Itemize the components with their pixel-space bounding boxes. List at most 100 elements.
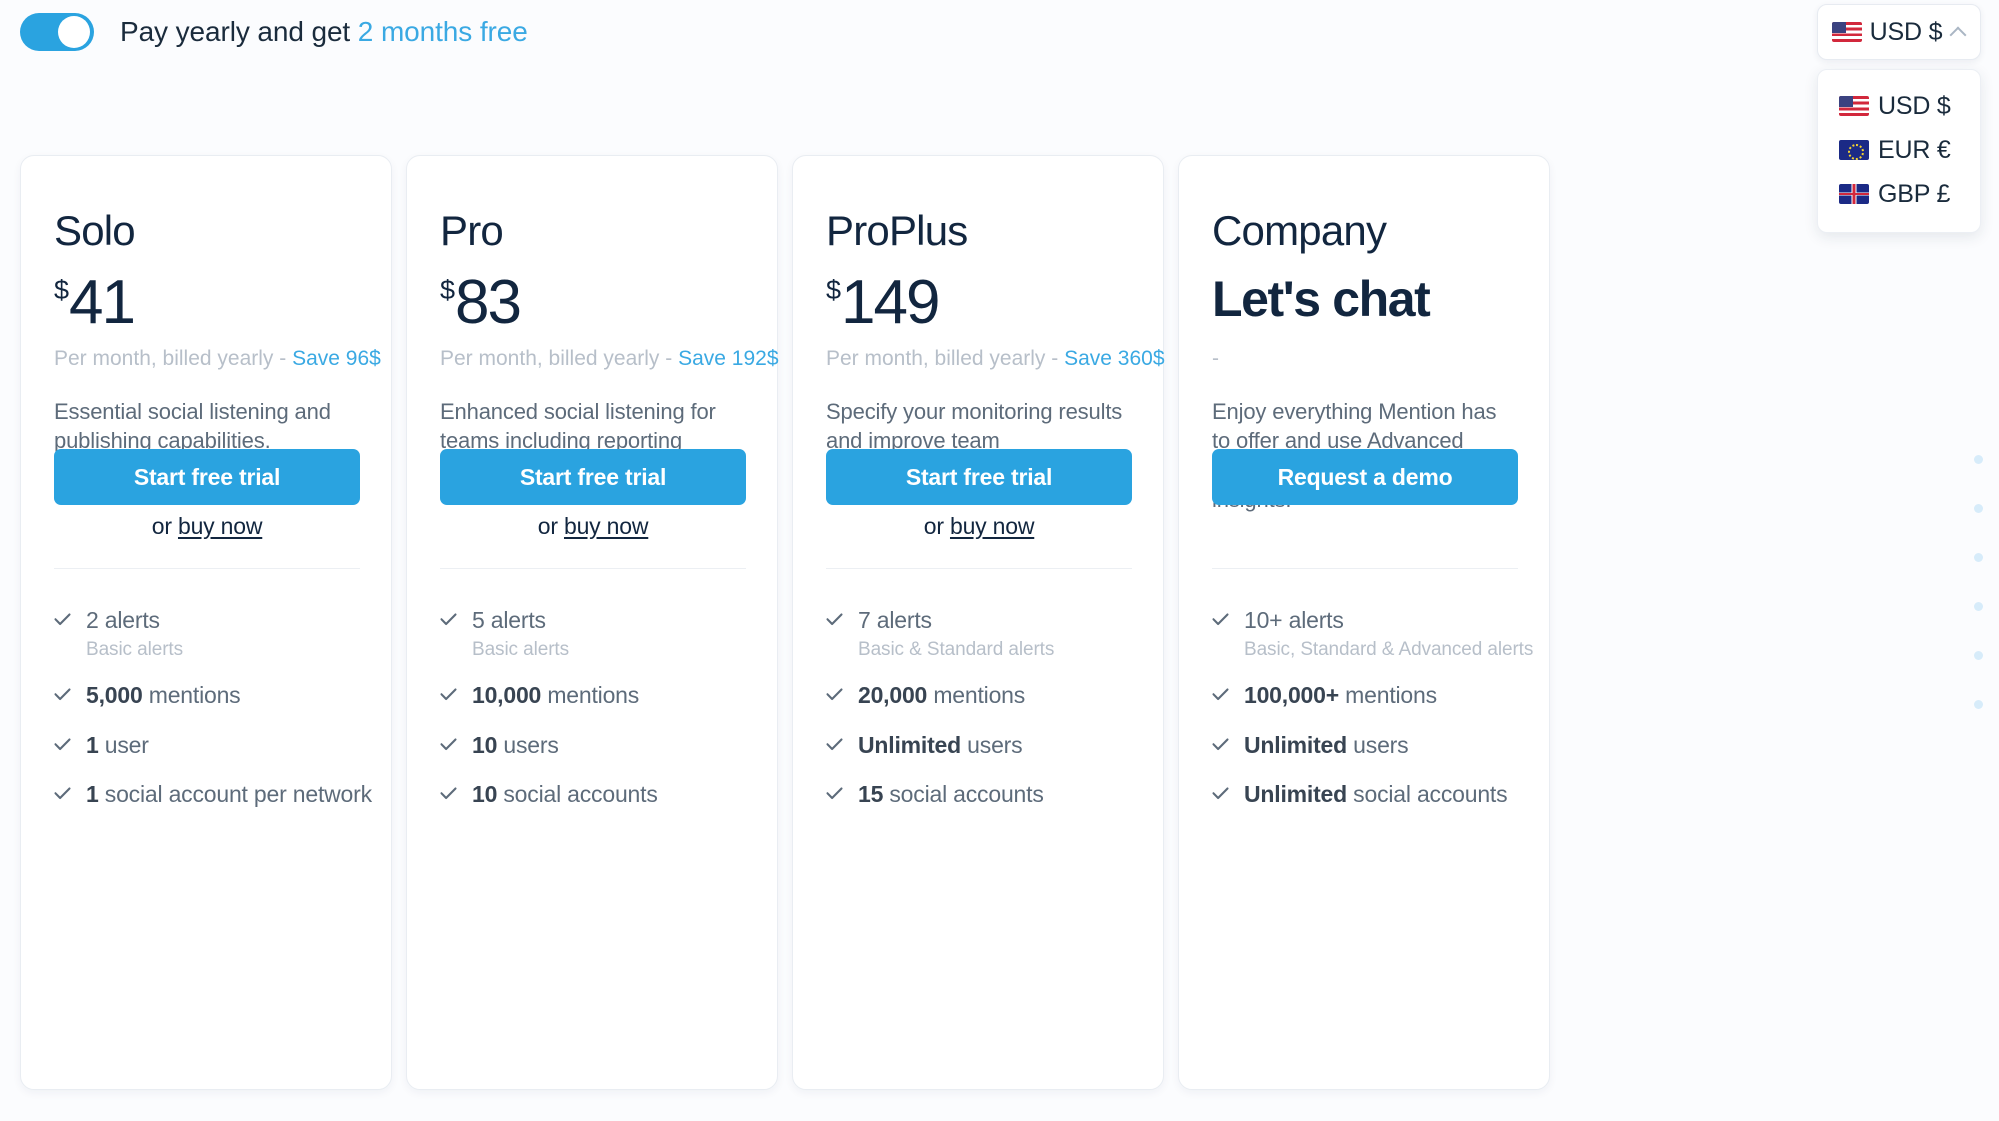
feature-text: 2 alerts [86,607,160,633]
eu-flag-icon [1839,140,1869,160]
feature-label: 15 social accounts [858,780,1044,809]
billing-prefix: - [1212,347,1219,370]
plan-cta-button[interactable]: Start free trial [54,449,360,505]
billing-save-amount: Save 192$ [678,347,779,370]
feature-body: 7 alerts Basic & Standard alerts [858,606,1054,661]
plan-secondary-action: or buy now [440,513,746,540]
plan-cta-button[interactable]: Start free trial [440,449,746,505]
plan-feature-item: 7 alerts Basic & Standard alerts [826,606,1146,661]
check-icon [54,688,71,710]
plan-feature-item: 10,000 mentions [440,681,760,710]
billing-save-amount: Save 360$ [1064,347,1165,370]
plan-feature-item: 10+ alerts Basic, Standard & Advanced ale… [1212,606,1533,661]
plan-currency-symbol: $ [440,275,456,305]
currency-option-label: EUR € [1878,135,1951,164]
feature-text: mentions [541,682,640,709]
plan-feature-item: 5,000 mentions [54,681,374,710]
chevron-up-icon [1950,24,1966,40]
feature-body: Unlimited users [1244,731,1409,760]
feature-text: users [1346,731,1409,758]
decorative-dot [1974,455,1983,464]
plan-feature-item: 100,000+ mentions [1212,681,1532,710]
feature-text: social accounts [497,781,658,808]
plan-secondary-action: or buy now [54,513,360,540]
feature-body: 10,000 mentions [472,681,639,710]
feature-sublabel: Basic & Standard alerts [858,639,1055,661]
plan-name: ProPlus [826,207,968,254]
feature-body: 15 social accounts [858,780,1044,809]
plan-cta-button[interactable]: Start free trial [826,449,1132,505]
feature-quantity: 100,000+ [1244,682,1339,709]
buy-now-link[interactable]: buy now [178,513,262,539]
plan-price-amount: 149 [841,268,940,337]
feature-text: users [497,731,559,758]
feature-label: 20,000 mentions [858,681,1025,710]
feature-body: Unlimited users [858,731,1023,760]
feature-body: 1 user [86,731,149,760]
buy-now-link[interactable]: buy now [950,513,1034,539]
currency-option-label: USD $ [1878,91,1951,120]
plan-feature-item: Unlimited users [826,731,1146,760]
feature-body: 10+ alerts Basic, Standard & Advanced ale… [1244,606,1533,661]
feature-label: 10,000 mentions [472,681,639,710]
feature-label: 10+ alerts [1244,606,1532,635]
secondary-prefix: or [923,513,950,539]
currency-selected-label: USD $ [1869,17,1943,46]
feature-text: 5 alerts [472,607,546,633]
check-icon [440,787,457,809]
pricing-card: ProPlus $149 Per month, billed yearly - Sa… [792,155,1165,1090]
plan-feature-item: Unlimited social accounts [1212,780,1532,809]
plan-feature-item: 10 social accounts [440,780,760,809]
toggle-label-highlight: 2 months free [357,16,528,47]
decorative-dot [1974,602,1983,611]
check-icon [54,738,71,760]
feature-body: 5,000 mentions [86,681,241,710]
pricing-card: Company Let's chat - Enjoy everything Menti… [1178,155,1550,1090]
plan-name: Company [1212,207,1387,254]
feature-quantity: 10,000 [472,682,542,709]
plan-cta-button[interactable]: Request a demo [1212,449,1518,505]
currency-option-eur[interactable]: EUR € [1818,128,1980,172]
yearly-billing-toggle[interactable] [20,13,94,51]
feature-label: 1 user [86,731,149,760]
plan-feature-item: 20,000 mentions [826,681,1146,710]
plan-billing-note: - [1212,348,1516,372]
feature-label: 1 social account per network [86,780,372,809]
feature-quantity: Unlimited [858,731,961,758]
currency-selector-button[interactable]: USD $ [1817,4,1981,60]
feature-label: 2 alerts [86,606,183,635]
check-icon [1212,613,1229,661]
currency-selector: USD $ USD $ EUR € GBP £ [1817,4,1981,233]
currency-option-usd[interactable]: USD $ [1818,84,1980,128]
feature-text: social accounts [883,781,1044,808]
check-icon [54,613,71,661]
feature-label: Unlimited users [1244,731,1409,760]
billing-prefix: Per month, billed yearly - [440,347,679,370]
toggle-knob [58,16,90,48]
card-divider [440,568,746,569]
feature-quantity: 10 [472,731,498,758]
feature-quantity: 15 [858,781,884,808]
feature-quantity: 10 [472,781,498,808]
buy-now-link[interactable]: buy now [564,513,648,539]
card-divider [54,568,360,569]
plan-name: Solo [54,207,136,254]
currency-option-label: GBP £ [1878,179,1951,208]
feature-text: 10+ alerts [1244,607,1344,633]
feature-quantity: 1 [86,731,99,758]
plan-price: $83 [440,272,744,336]
plan-currency-symbol: $ [826,275,842,305]
feature-text: mentions [1338,682,1437,709]
check-icon [440,613,457,661]
decorative-dot-rail [1974,455,1986,709]
check-icon [54,787,71,809]
feature-text: users [960,731,1023,758]
feature-sublabel: Basic alerts [472,639,570,661]
pricing-card: Solo $41 Per month, billed yearly - Save 9… [20,155,392,1090]
feature-body: Unlimited social accounts [1244,780,1508,809]
feature-body: 2 alerts Basic alerts [86,606,183,661]
gb-flag-icon [1839,184,1869,204]
decorative-dot [1974,700,1983,709]
plan-price: $149 [826,268,1130,337]
currency-option-gbp[interactable]: GBP £ [1818,172,1980,216]
